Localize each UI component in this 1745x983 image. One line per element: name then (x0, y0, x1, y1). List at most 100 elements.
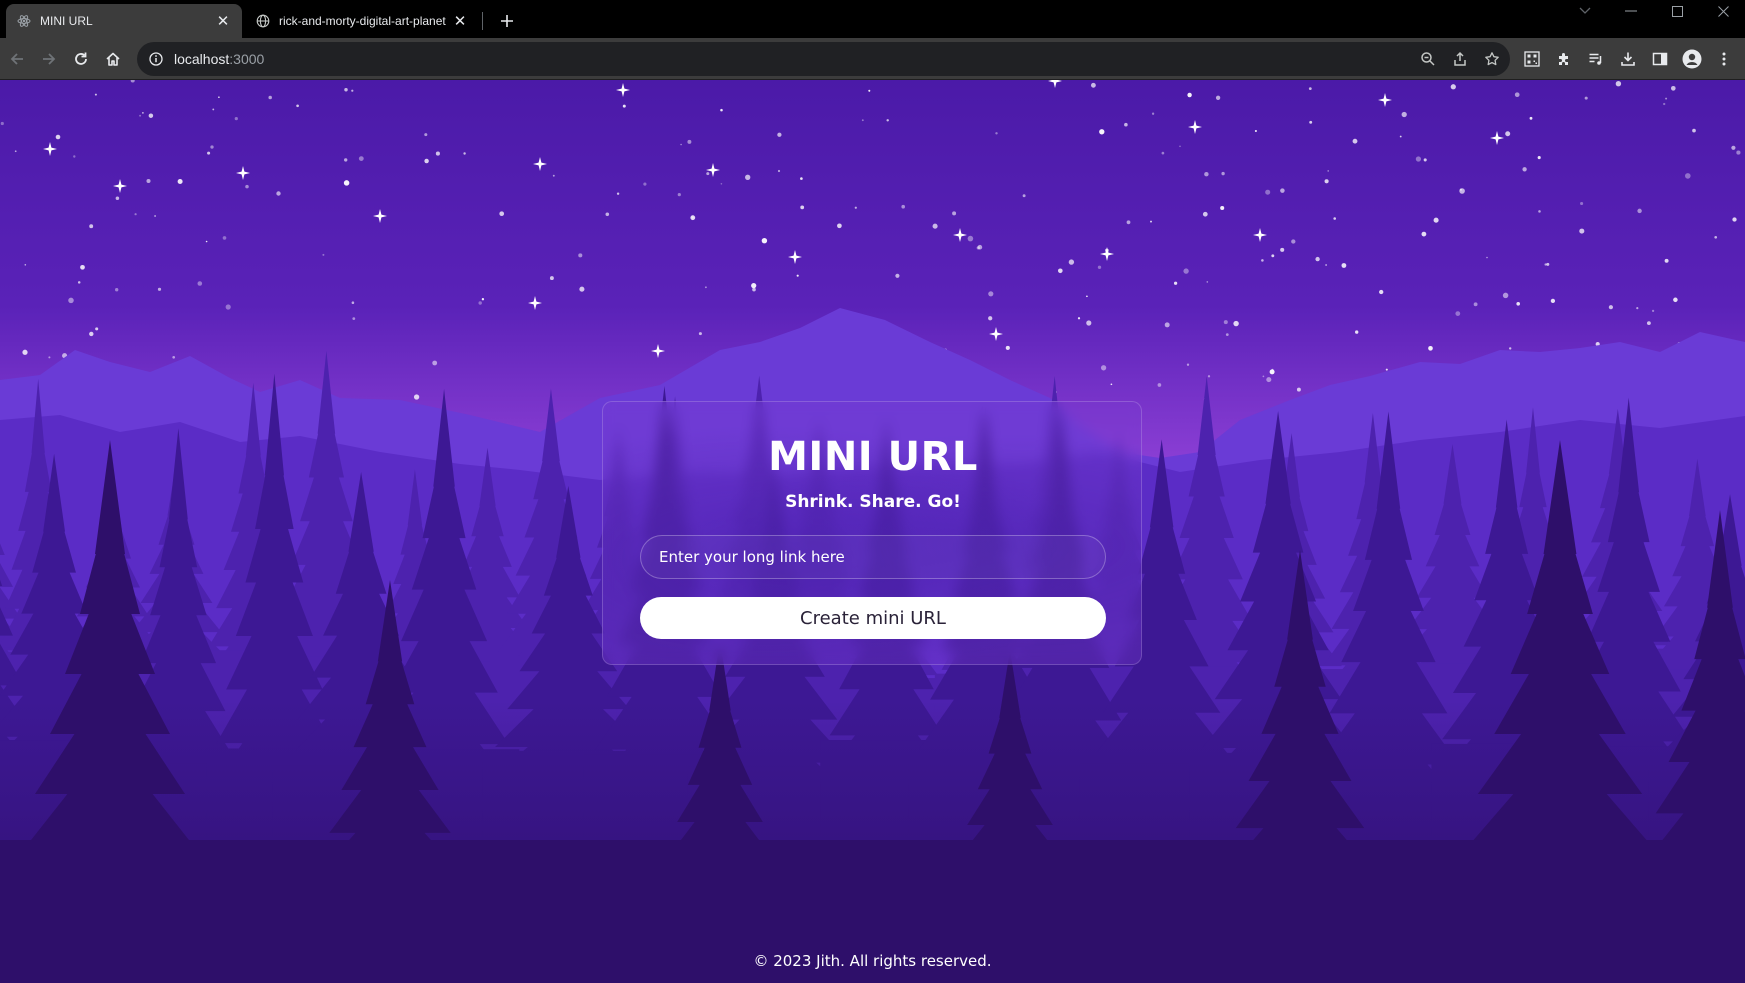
star (1505, 131, 1511, 137)
star (1399, 135, 1402, 138)
star (435, 151, 440, 156)
star (48, 356, 51, 359)
star (1161, 151, 1165, 155)
star (68, 297, 74, 304)
side-panel-icon[interactable] (1646, 45, 1674, 73)
share-icon[interactable] (1446, 45, 1474, 73)
star (704, 286, 707, 289)
star (14, 150, 17, 153)
star (751, 283, 757, 289)
close-window-icon[interactable] (1702, 0, 1744, 22)
star (1714, 235, 1718, 239)
star (1206, 281, 1209, 283)
star (432, 360, 438, 366)
star (967, 235, 974, 242)
star (549, 276, 554, 281)
star (1415, 156, 1422, 162)
url-host: localhost (174, 51, 230, 67)
star (1220, 205, 1225, 211)
star (218, 96, 220, 98)
forward-arrow-icon[interactable] (35, 45, 63, 73)
star (1473, 302, 1478, 307)
star (1124, 122, 1128, 127)
star (1057, 268, 1063, 274)
star (205, 240, 208, 243)
star (73, 155, 76, 158)
address-bar[interactable]: localhost:3000 (137, 42, 1510, 76)
star (1261, 259, 1264, 262)
long-link-input[interactable] (640, 535, 1106, 579)
star (0, 121, 4, 126)
star (115, 288, 119, 292)
close-tab-icon[interactable]: ✕ (214, 12, 232, 30)
star (1325, 264, 1327, 266)
star (1544, 263, 1547, 266)
star (207, 151, 211, 155)
star (861, 119, 864, 122)
star (868, 89, 871, 92)
star (1157, 383, 1162, 387)
star (1608, 305, 1613, 310)
site-info-icon[interactable] (148, 51, 164, 67)
star (1186, 363, 1190, 366)
star (222, 236, 227, 240)
create-mini-url-button[interactable]: Create mini URL (640, 597, 1106, 639)
back-arrow-icon[interactable] (3, 45, 31, 73)
download-icon[interactable] (1614, 45, 1642, 73)
star (901, 204, 905, 209)
reload-icon[interactable] (67, 45, 95, 73)
star (134, 213, 137, 216)
star (1150, 220, 1152, 223)
star (225, 304, 231, 310)
star (1538, 210, 1541, 213)
star (1202, 211, 1208, 217)
star (1673, 297, 1678, 303)
star (796, 274, 799, 277)
star (761, 237, 768, 244)
star (1183, 268, 1189, 274)
star (605, 212, 610, 217)
star (344, 88, 348, 92)
star (988, 291, 994, 297)
tab-rick-and-morty[interactable]: rick-and-morty-digital-art-planet ✕ (245, 4, 479, 38)
star (1685, 173, 1691, 179)
extensions-puzzle-icon[interactable] (1550, 45, 1578, 73)
star (1271, 254, 1275, 258)
qr-code-extension-icon[interactable] (1518, 45, 1546, 73)
star (977, 244, 983, 250)
star (1341, 263, 1347, 268)
star (1068, 259, 1075, 265)
app-title: MINI URL (768, 434, 978, 480)
media-playlist-icon[interactable] (1582, 45, 1610, 73)
star (720, 108, 723, 112)
star (1215, 95, 1221, 100)
star (358, 156, 364, 161)
home-icon[interactable] (99, 45, 127, 73)
minimize-icon[interactable] (1610, 0, 1652, 22)
maximize-icon[interactable] (1656, 0, 1698, 22)
star (1269, 369, 1275, 375)
star (1173, 281, 1178, 285)
star (552, 174, 555, 177)
tab-mini-url[interactable]: MINI URL ✕ (6, 4, 242, 38)
star (1296, 387, 1301, 392)
star (1379, 289, 1384, 295)
star (1164, 322, 1170, 328)
zoom-icon[interactable] (1414, 45, 1442, 73)
profile-avatar-icon[interactable] (1678, 45, 1706, 73)
star (995, 132, 998, 135)
star (1637, 208, 1642, 214)
tab-search-chevron-icon[interactable] (1564, 0, 1606, 22)
star (1663, 102, 1666, 106)
bookmark-star-icon[interactable] (1478, 45, 1506, 73)
star (1022, 194, 1026, 198)
star (1646, 321, 1651, 326)
new-tab-button[interactable] (494, 8, 520, 34)
star (268, 95, 272, 100)
star (172, 355, 176, 359)
more-menu-icon[interactable] (1710, 45, 1738, 73)
close-tab-icon[interactable]: ✕ (451, 12, 469, 30)
forest-fade (0, 700, 1745, 860)
star (1187, 92, 1192, 98)
star (1486, 256, 1488, 259)
